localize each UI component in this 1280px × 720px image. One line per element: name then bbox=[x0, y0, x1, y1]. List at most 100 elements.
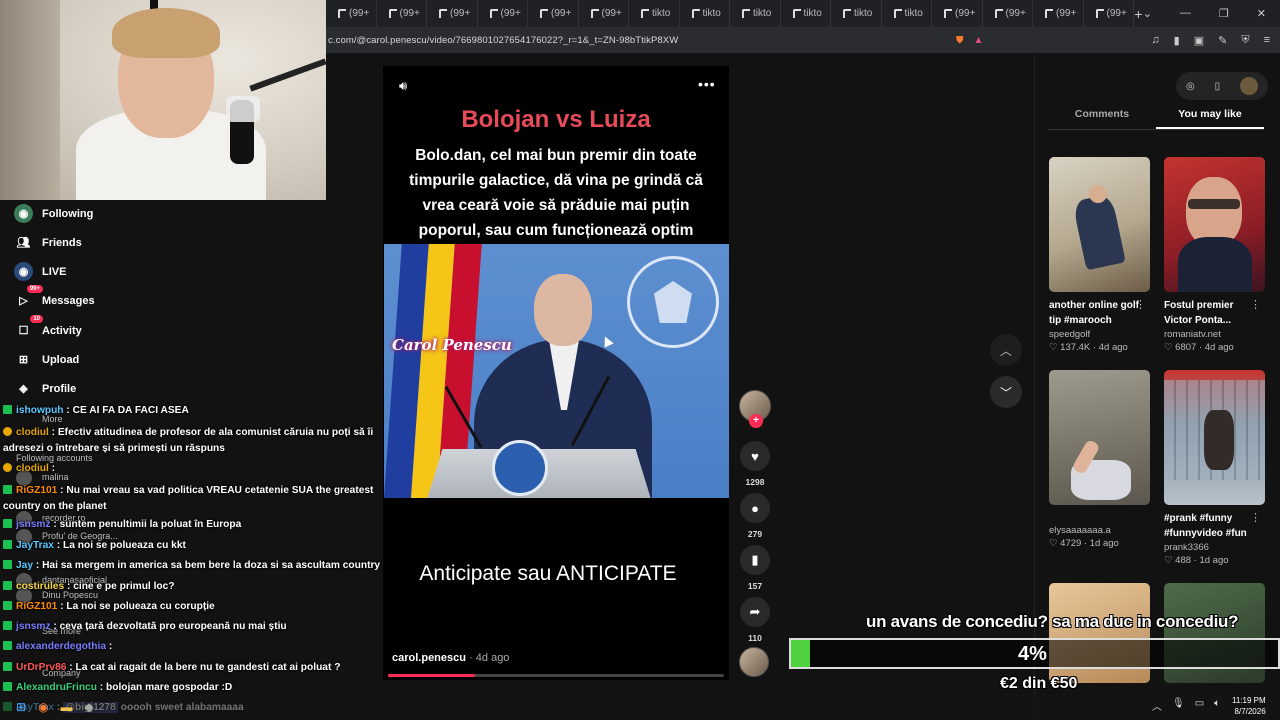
comment-action[interactable]: ● 279 bbox=[739, 493, 771, 539]
card-title[interactable]: Fostul premier Victor Ponta... bbox=[1164, 298, 1259, 328]
sidebar-icon[interactable]: ▮ bbox=[1174, 34, 1180, 47]
compass-icon[interactable]: ◎ bbox=[1186, 81, 1195, 92]
browser-tab[interactable]: (99+ bbox=[326, 0, 377, 27]
extensions-icon[interactable]: ✎ bbox=[1218, 34, 1227, 47]
browser-tab[interactable]: (99+ bbox=[932, 0, 983, 27]
card-title[interactable]: another online golf tip #marooch bbox=[1049, 298, 1144, 328]
browser-tab[interactable]: (99+ bbox=[1033, 0, 1084, 27]
save-action[interactable]: ▮ 157 bbox=[739, 545, 771, 591]
bookmark-icon[interactable]: ▮ bbox=[740, 545, 770, 575]
vpn-icon[interactable]: ⛨ bbox=[1241, 34, 1249, 47]
sidebar-item-following[interactable]: ◉ Following bbox=[14, 204, 93, 223]
chat-username[interactable]: alexanderdegothia bbox=[16, 641, 106, 652]
recommended-video-card[interactable]: Fostul premier Victor Ponta... ⋮ romania… bbox=[1164, 157, 1265, 353]
chat-username[interactable]: UrDrPrv86 bbox=[16, 662, 66, 673]
chat-username[interactable]: jsnsmz bbox=[16, 621, 51, 632]
recommended-video-card[interactable]: #prank #funny #funnyvideo #fun ⋮ prank33… bbox=[1164, 370, 1265, 566]
sidebar-item-profile[interactable]: ◈ Profile bbox=[14, 379, 76, 398]
tab-you-may-like[interactable]: You may like bbox=[1156, 108, 1264, 129]
volume-icon[interactable]: 🔊︎ bbox=[399, 78, 407, 94]
browser-tab[interactable]: (99+ bbox=[377, 0, 427, 27]
card-username[interactable]: prank3366 bbox=[1164, 542, 1265, 553]
chat-username[interactable]: ishowpuh bbox=[16, 405, 64, 416]
url-text[interactable]: c.com/@carol.penescu/video/7669801027654… bbox=[326, 35, 678, 46]
sound-disc[interactable] bbox=[739, 647, 771, 677]
card-username[interactable]: romaniatv.net bbox=[1164, 329, 1265, 340]
chat-username[interactable]: clodiul bbox=[16, 463, 49, 474]
tab-list-icon[interactable]: ⌄ bbox=[1143, 7, 1152, 20]
system-clock[interactable]: 11:19 PM 8/7/2026 bbox=[1232, 695, 1266, 717]
mic-icon[interactable]: 🎙︎ bbox=[1172, 698, 1185, 713]
network-icon[interactable]: ▭ bbox=[1195, 698, 1204, 713]
start-icon[interactable]: ⊞ bbox=[16, 700, 26, 714]
browser-tab[interactable]: tikto bbox=[781, 0, 831, 27]
address-bar[interactable]: c.com/@carol.penescu/video/7669801027654… bbox=[326, 27, 1280, 53]
music-icon[interactable]: ♫ bbox=[1151, 34, 1159, 47]
video-thumbnail[interactable] bbox=[1164, 157, 1265, 292]
shield-icon[interactable]: ⛊ bbox=[956, 35, 964, 46]
card-title[interactable]: #prank #funny #funnyvideo #fun bbox=[1164, 511, 1259, 541]
sidebar-item-messages[interactable]: ▷ 99+ Messages bbox=[14, 285, 95, 310]
chat-username[interactable]: Jay bbox=[16, 560, 33, 571]
chat-username[interactable]: RiGZ101 bbox=[16, 601, 57, 612]
previous-video-button[interactable]: ︿ bbox=[990, 334, 1022, 366]
chat-username[interactable]: costirules bbox=[16, 581, 64, 592]
user-avatar-icon[interactable] bbox=[1240, 77, 1259, 95]
sidebar-item-upload[interactable]: ⊞ Upload bbox=[14, 350, 79, 369]
author-name[interactable]: carol.penescu bbox=[392, 652, 466, 664]
next-video-button[interactable]: ﹀ bbox=[990, 376, 1022, 408]
browser-tab[interactable]: (99+ bbox=[478, 0, 528, 27]
browser-tab[interactable]: tikto bbox=[730, 0, 781, 27]
browser-tab[interactable]: (99+ bbox=[528, 0, 579, 27]
chat-username[interactable]: jsnsmz bbox=[16, 519, 51, 530]
video-frame[interactable]: Carol Penescu bbox=[384, 244, 729, 498]
minimize-icon[interactable]: — bbox=[1180, 7, 1191, 20]
sound-disc-icon[interactable] bbox=[739, 647, 769, 677]
browser-tab[interactable]: (99+ bbox=[579, 0, 629, 27]
tab-comments[interactable]: Comments bbox=[1048, 108, 1156, 129]
card-more-icon[interactable]: ⋮ bbox=[1135, 298, 1146, 311]
close-icon[interactable]: ✕ bbox=[1257, 7, 1266, 20]
browser-tab[interactable]: (99+ bbox=[983, 0, 1033, 27]
chat-username[interactable]: RiGZ101 bbox=[16, 485, 57, 496]
card-more-icon[interactable]: ⋮ bbox=[1250, 511, 1261, 524]
sidebar-item-live[interactable]: ◉ LIVE bbox=[14, 262, 66, 281]
restore-icon[interactable]: ❐ bbox=[1219, 7, 1229, 20]
share-action[interactable]: ➦ 110 bbox=[739, 597, 771, 643]
triangle-icon[interactable]: ▲ bbox=[974, 35, 984, 46]
chat-username[interactable]: AlexandruFrincu bbox=[16, 682, 97, 693]
card-more-icon[interactable]: ⋮ bbox=[1250, 298, 1261, 311]
sidebar-item-activity[interactable]: ☐ 10 Activity bbox=[14, 315, 82, 340]
recommended-video-card[interactable]: another online golf tip #marooch ⋮ speed… bbox=[1049, 157, 1150, 353]
menu-icon[interactable]: ≡ bbox=[1264, 34, 1270, 47]
card-username[interactable]: speedgolf bbox=[1049, 329, 1150, 340]
sidebar-item-friends[interactable]: 👥︎ Friends bbox=[14, 233, 82, 252]
browser-tab[interactable]: tikto bbox=[882, 0, 932, 27]
chat-username[interactable]: clodiul bbox=[16, 427, 49, 438]
recommended-video-card[interactable]: elysaaaaaaa.a ♡ 4729 · 1d ago bbox=[1049, 370, 1150, 549]
video-thumbnail[interactable] bbox=[1164, 370, 1265, 505]
follow-plus-icon[interactable]: + bbox=[749, 414, 763, 428]
new-tab-button[interactable]: + bbox=[1134, 6, 1143, 22]
heart-icon[interactable]: ♥ bbox=[740, 441, 770, 471]
speaker-icon[interactable]: 🔈︎ bbox=[1214, 698, 1220, 713]
share-icon[interactable]: ➦ bbox=[740, 597, 770, 627]
card-username[interactable]: elysaaaaaaa.a bbox=[1049, 525, 1150, 536]
video-progress-bar[interactable] bbox=[388, 674, 724, 677]
browser-tab[interactable]: (99+ bbox=[1084, 0, 1134, 27]
app-icon[interactable]: ◆ bbox=[85, 700, 94, 714]
more-options-icon[interactable]: ••• bbox=[698, 76, 716, 92]
tray-chevron-icon[interactable]: ︿ bbox=[1152, 698, 1162, 713]
browser-tab[interactable]: tikto bbox=[680, 0, 730, 27]
video-thumbnail[interactable] bbox=[1049, 157, 1150, 292]
like-action[interactable]: ♥ 1298 bbox=[739, 441, 771, 487]
folder-icon[interactable]: ▬ bbox=[61, 700, 73, 714]
browser-tab[interactable]: tikto bbox=[831, 0, 882, 27]
chat-username[interactable]: JayTrax bbox=[16, 540, 54, 551]
browser-tab[interactable]: tikto bbox=[629, 0, 680, 27]
phone-icon[interactable]: ▯ bbox=[1215, 81, 1221, 92]
creator-avatar-button[interactable]: + bbox=[739, 390, 771, 428]
browser-icon[interactable]: ◉ bbox=[38, 700, 48, 714]
video-thumbnail[interactable] bbox=[1049, 370, 1150, 505]
comment-icon[interactable]: ● bbox=[740, 493, 770, 523]
